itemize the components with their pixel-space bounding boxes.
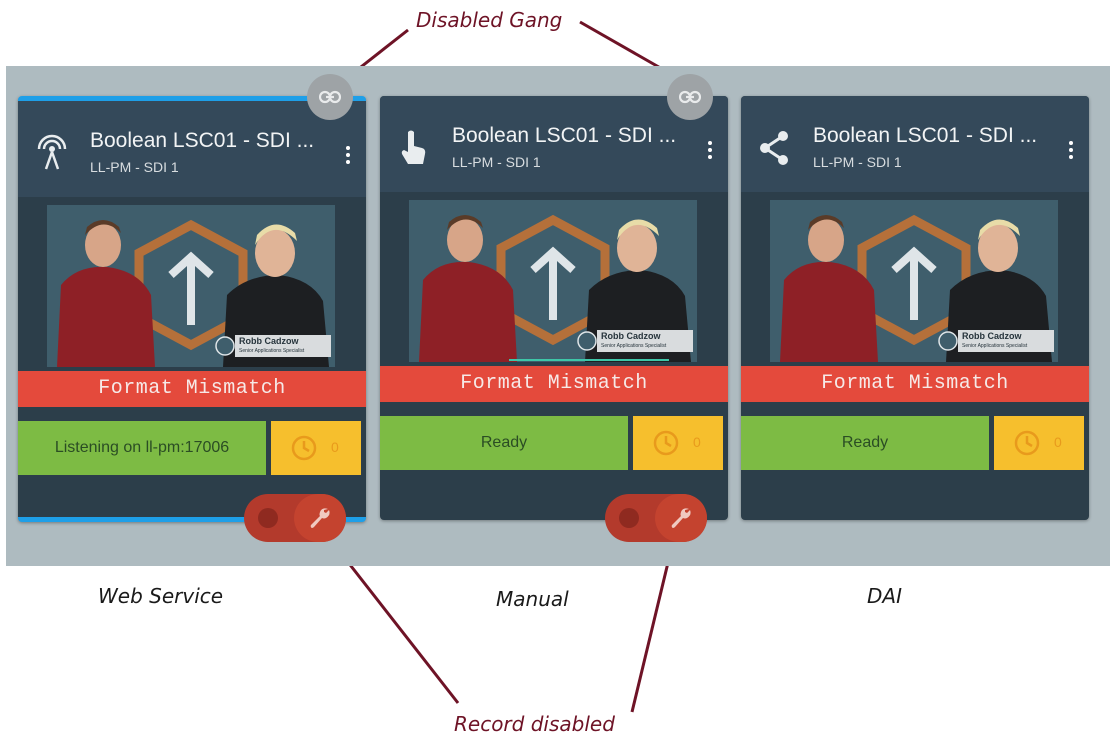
card-subtitle: LL-PM - SDI 1 <box>90 159 179 175</box>
schedule-count: 0 <box>1054 434 1062 450</box>
card-title: Boolean LSC01 - SDI ... <box>452 124 677 147</box>
broadcast-tower-icon <box>37 134 67 170</box>
card-header: Boolean LSC01 - SDI ... LL-PM - SDI 1 <box>18 101 366 197</box>
device-card-dai[interactable]: Boolean LSC01 - SDI ... LL-PM - SDI 1 Ro… <box>741 96 1089 520</box>
format-status-bar: Format Mismatch <box>18 371 366 407</box>
record-icon[interactable] <box>619 508 639 528</box>
link-icon <box>319 90 341 104</box>
caption-dai: DAI <box>867 584 902 608</box>
record-settings-toggle-left[interactable] <box>244 494 346 542</box>
connection-status-button[interactable]: Ready <box>741 416 989 470</box>
card-title: Boolean LSC01 - SDI ... <box>813 124 1038 147</box>
connection-status-button[interactable]: Listening on ll-pm:17006 <box>18 421 266 475</box>
card-subtitle: LL-PM - SDI 1 <box>452 154 541 170</box>
record-pointer-left <box>331 542 460 704</box>
caption-manual: Manual <box>496 587 569 611</box>
more-options-icon[interactable] <box>1067 141 1075 163</box>
format-status-bar: Format Mismatch <box>741 366 1089 402</box>
card-header: Boolean LSC01 - SDI ... LL-PM - SDI 1 <box>741 96 1089 192</box>
connection-status-button[interactable]: Ready <box>380 416 628 470</box>
card-subtitle: LL-PM - SDI 1 <box>813 154 902 170</box>
format-status-bar: Format Mismatch <box>380 366 728 402</box>
gang-link-button-left[interactable] <box>307 74 353 120</box>
annotation-record-disabled: Record disabled <box>454 712 615 736</box>
video-thumbnail[interactable]: Robb Cadzow Senior Applications Speciali… <box>47 205 335 367</box>
more-options-icon[interactable] <box>344 146 352 168</box>
more-options-icon[interactable] <box>706 141 714 163</box>
lower-third-title: Senior Applications Specialist <box>239 348 305 354</box>
lower-third-name: Robb Cadzow <box>962 331 1022 341</box>
schedule-button[interactable]: 0 <box>271 421 361 475</box>
card-title: Boolean LSC01 - SDI ... <box>90 129 315 152</box>
schedule-button[interactable]: 0 <box>994 416 1084 470</box>
record-icon[interactable] <box>258 508 278 528</box>
record-pointer-right <box>630 545 674 713</box>
caption-web-service: Web Service <box>98 584 224 608</box>
clock-icon <box>653 430 679 456</box>
lower-third-title: Senior Applications Specialist <box>962 343 1028 349</box>
video-thumbnail[interactable]: Robb Cadzow Senior Applications Speciali… <box>409 200 697 362</box>
video-thumbnail[interactable]: Robb Cadzow Senior Applications Speciali… <box>770 200 1058 362</box>
schedule-button[interactable]: 0 <box>633 416 723 470</box>
clock-icon <box>291 435 317 461</box>
share-icon <box>760 131 788 165</box>
annotation-disabled-gang: Disabled Gang <box>416 8 563 32</box>
lower-third-name: Robb Cadzow <box>239 336 299 346</box>
lower-third-name: Robb Cadzow <box>601 331 661 341</box>
schedule-count: 0 <box>331 439 339 455</box>
wrench-icon <box>310 508 330 528</box>
link-icon <box>679 90 701 104</box>
gang-link-button-right[interactable] <box>667 74 713 120</box>
device-card-web-service[interactable]: Boolean LSC01 - SDI ... LL-PM - SDI 1 Ro… <box>18 96 366 522</box>
record-settings-toggle-right[interactable] <box>605 494 707 542</box>
wrench-icon <box>671 508 691 528</box>
touch-hand-icon <box>401 130 426 164</box>
device-card-manual[interactable]: Boolean LSC01 - SDI ... LL-PM - SDI 1 Ro… <box>380 96 728 520</box>
lower-third-title: Senior Applications Specialist <box>601 343 667 349</box>
clock-icon <box>1014 430 1040 456</box>
schedule-count: 0 <box>693 434 701 450</box>
